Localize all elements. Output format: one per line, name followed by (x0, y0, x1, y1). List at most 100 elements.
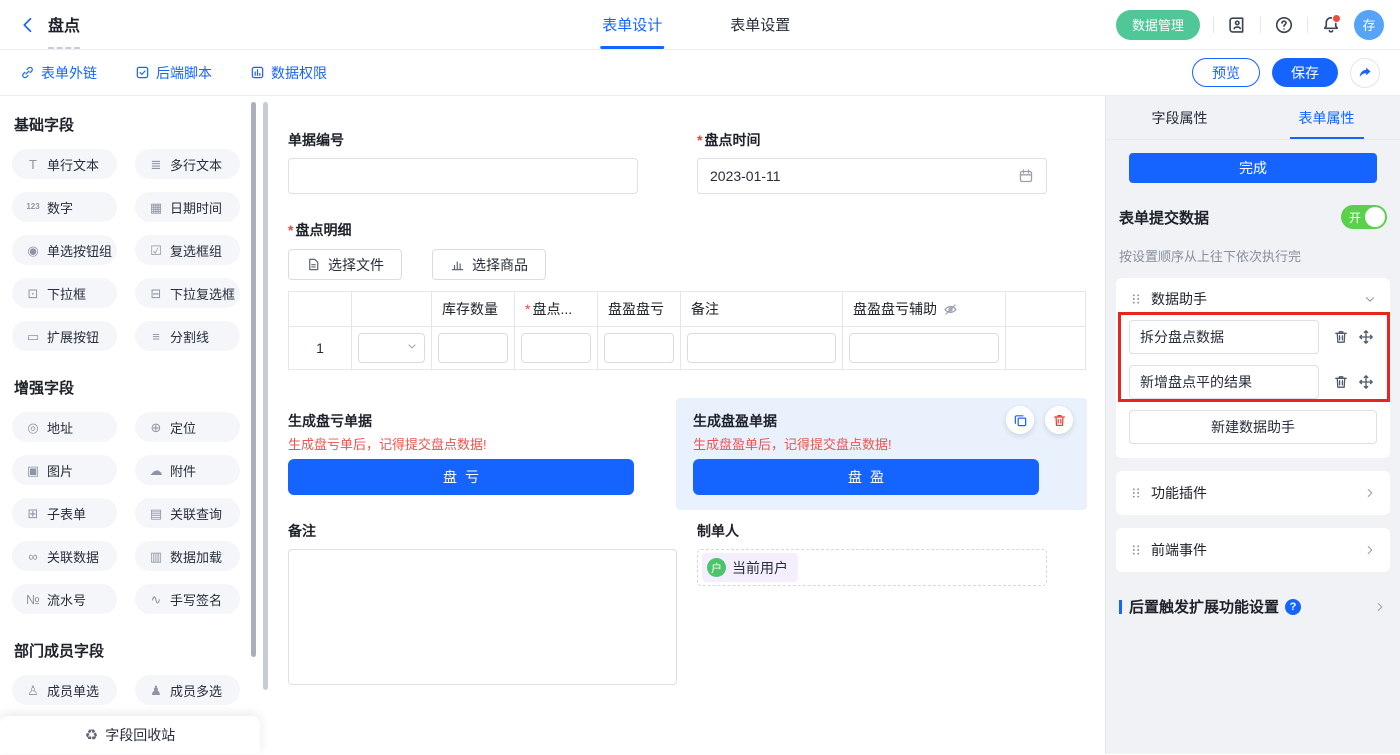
sidebar-item-number[interactable]: 123数字 (12, 192, 117, 222)
required-mark: * (697, 132, 702, 149)
data-helper-item[interactable]: 拆分盘点数据 (1129, 320, 1319, 354)
field-library-scroll: 基础字段T单行文本≣多行文本123数字▦日期时间◉单选按钮组☑复选框组⊡下拉框⊟… (0, 96, 260, 716)
done-button[interactable]: 完成 (1129, 153, 1377, 183)
remark-field[interactable]: 备注 (288, 523, 677, 685)
loss-button[interactable]: 盘亏 (288, 459, 634, 495)
share-button[interactable] (1350, 58, 1380, 88)
doc-no-input[interactable] (288, 158, 638, 194)
bar-chart-icon (450, 257, 465, 272)
detail-table: 库存数量*盘点...盘盈盘亏备注盘盈盘亏辅助1 (288, 291, 1086, 370)
avatar[interactable]: 存 (1354, 10, 1384, 40)
row-input[interactable] (438, 333, 508, 363)
sidebar-item-multi-line-text[interactable]: ≣多行文本 (135, 149, 240, 179)
remark-textarea[interactable] (288, 549, 677, 685)
chevron-down-icon[interactable] (1363, 292, 1377, 306)
tab-form-settings[interactable]: 表单设置 (730, 0, 790, 49)
copy-icon[interactable] (1006, 406, 1034, 434)
move-icon[interactable] (1358, 329, 1374, 345)
sidebar-item-single-line-text[interactable]: T单行文本 (12, 149, 117, 179)
radio-group-icon: ◉ (24, 244, 42, 257)
canvas-scrollbar[interactable] (263, 102, 268, 690)
sidebar-item-attachment[interactable]: ☁附件 (135, 455, 240, 485)
sidebar-item-serial-number[interactable]: №流水号 (12, 584, 117, 614)
sidebar-item-dropdown[interactable]: ⊡下拉框 (12, 278, 117, 308)
contacts-icon[interactable] (1227, 15, 1247, 35)
sidebar-scrollbar[interactable] (251, 102, 256, 657)
help-circle-icon[interactable]: ? (1285, 599, 1301, 615)
frontend-event-card[interactable]: 前端事件 (1116, 528, 1390, 572)
data-permission[interactable]: 数据权限 (250, 63, 327, 83)
creator-field[interactable]: 制单人 户 当前用户 (697, 523, 1047, 685)
single-line-text-icon: T (24, 158, 42, 171)
notification-bell-icon[interactable] (1321, 15, 1341, 35)
row-input[interactable] (521, 333, 591, 363)
post-trigger-row[interactable]: 后置触发扩展功能设置 ? (1119, 596, 1387, 617)
sidebar-item-address[interactable]: ◎地址 (12, 412, 117, 442)
save-button[interactable]: 保存 (1272, 58, 1338, 87)
extend-button-icon: ▭ (24, 330, 42, 343)
sidebar-item-linked-data[interactable]: ∞关联数据 (12, 541, 117, 571)
date-value: 2023-01-11 (710, 168, 781, 184)
table-header: 库存数量 (432, 292, 515, 327)
eye-off-icon[interactable] (943, 302, 958, 317)
form-external-link[interactable]: 表单外链 (20, 63, 97, 83)
sidebar-item-datetime[interactable]: ▦日期时间 (135, 192, 240, 222)
row-input[interactable] (604, 333, 674, 363)
row-input[interactable] (849, 333, 999, 363)
tab-form-design[interactable]: 表单设计 (602, 0, 662, 49)
tab-form-properties[interactable]: 表单属性 (1253, 96, 1400, 139)
field-recycle-bin[interactable]: ♻ 字段回收站 (0, 716, 260, 754)
data-helper-header[interactable]: 数据助手 (1129, 289, 1377, 309)
preview-button[interactable]: 预览 (1192, 58, 1260, 87)
select-file-button[interactable]: 选择文件 (288, 249, 402, 280)
drag-handle-icon[interactable] (1129, 543, 1143, 557)
sidebar-item-checkbox-group[interactable]: ☑复选框组 (135, 235, 240, 265)
help-icon[interactable] (1274, 15, 1294, 35)
delete-icon[interactable] (1045, 406, 1073, 434)
inventory-time-input[interactable]: 2023-01-11 (697, 158, 1047, 194)
sidebar-item-image[interactable]: ▣图片 (12, 455, 117, 485)
sidebar-item-location[interactable]: ⊕定位 (135, 412, 240, 442)
drag-handle-icon[interactable] (1129, 486, 1143, 500)
data-helper-item[interactable]: 新增盘点平的结果 (1129, 365, 1319, 399)
sidebar-item-linked-query[interactable]: ▤关联查询 (135, 498, 240, 528)
form-title-wrap[interactable]: 盘点 (48, 0, 80, 49)
field-library-sidebar: 基础字段T单行文本≣多行文本123数字▦日期时间◉单选按钮组☑复选框组⊡下拉框⊟… (0, 96, 260, 754)
data-manage-button[interactable]: 数据管理 (1116, 10, 1200, 40)
plugin-card[interactable]: 功能插件 (1116, 471, 1390, 515)
sidebar-item-data-load[interactable]: ▥数据加载 (135, 541, 240, 571)
profit-panel[interactable]: 生成盘盈单据 生成盘盈单后，记得提交盘点数据! 盘盈 (676, 398, 1087, 510)
tab-field-properties[interactable]: 字段属性 (1106, 96, 1253, 139)
table-header: 盘盈盘亏辅助 (843, 292, 1006, 327)
subform-icon: ⊞ (24, 507, 42, 520)
doc-no-field[interactable]: 单据编号 (288, 132, 638, 194)
sidebar-item-member-multi[interactable]: ♟成员多选 (135, 675, 240, 705)
drag-handle-icon[interactable] (1129, 292, 1143, 306)
user-icon: 户 (707, 558, 726, 577)
submit-data-toggle[interactable]: 开 (1341, 205, 1387, 229)
select-product-button[interactable]: 选择商品 (432, 249, 546, 280)
creator-input[interactable]: 户 当前用户 (697, 549, 1047, 586)
linked-data-icon: ∞ (24, 550, 42, 563)
checkbox-group-icon: ☑ (147, 244, 165, 257)
script-icon (135, 65, 150, 80)
move-icon[interactable] (1358, 374, 1374, 390)
trash-icon[interactable] (1333, 374, 1349, 390)
row-select[interactable] (358, 333, 425, 363)
new-data-helper-button[interactable]: 新建数据助手 (1129, 410, 1377, 444)
loss-panel[interactable]: 生成盘亏单据 生成盘亏单后，记得提交盘点数据! 盘亏 (288, 398, 634, 510)
row-input[interactable] (687, 333, 836, 363)
back-button[interactable] (18, 15, 38, 35)
sidebar-item-extend-button[interactable]: ▭扩展按钮 (12, 321, 117, 351)
profit-button[interactable]: 盘盈 (693, 459, 1039, 495)
location-icon: ⊕ (147, 421, 165, 434)
sidebar-item-subform[interactable]: ⊞子表单 (12, 498, 117, 528)
inventory-time-field[interactable]: *盘点时间 2023-01-11 (697, 132, 1047, 194)
sidebar-item-radio-group[interactable]: ◉单选按钮组 (12, 235, 117, 265)
backend-script[interactable]: 后端脚本 (135, 63, 212, 83)
sidebar-item-divider[interactable]: ≡分割线 (135, 321, 240, 351)
sidebar-item-signature[interactable]: ∿手写签名 (135, 584, 240, 614)
sidebar-item-dropdown-multi[interactable]: ⊟下拉复选框 (135, 278, 240, 308)
sidebar-item-member-single[interactable]: ♙成员单选 (12, 675, 117, 705)
trash-icon[interactable] (1333, 329, 1349, 345)
